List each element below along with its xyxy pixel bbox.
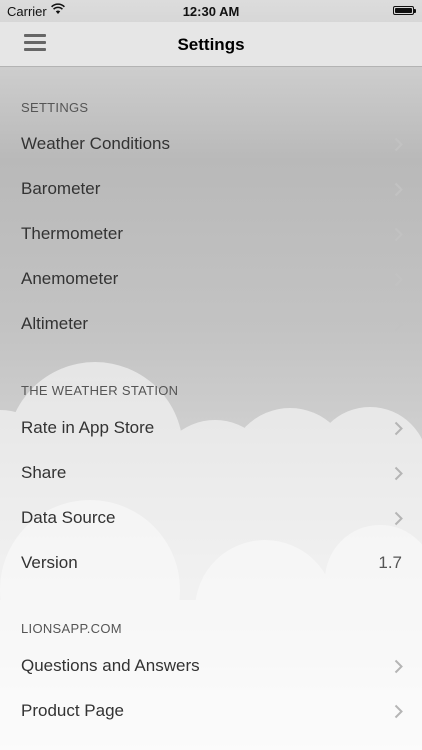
chevron-right-icon [394, 511, 403, 526]
row-version: Version 1.7 [0, 541, 422, 586]
row-thermometer[interactable]: Thermometer [0, 212, 422, 257]
clock: 12:30 AM [182, 4, 240, 19]
row-data-source[interactable]: Data Source [0, 496, 422, 541]
row-rate-app-store[interactable]: Rate in App Store [0, 406, 422, 451]
row-label: Thermometer [21, 224, 124, 243]
row-label: Data Source [21, 508, 116, 527]
row-label: Altimeter [21, 314, 89, 333]
row-barometer[interactable]: Barometer [0, 167, 422, 212]
chevron-right-icon [394, 227, 403, 242]
chevron-right-icon [394, 137, 403, 152]
row-anemometer[interactable]: Anemometer [0, 257, 422, 302]
row-weather-conditions[interactable]: Weather Conditions [0, 122, 422, 167]
chevron-right-icon [394, 272, 403, 287]
row-label: Weather Conditions [21, 134, 170, 153]
chevron-right-icon [394, 421, 403, 436]
chevron-right-icon [394, 704, 403, 719]
chevron-right-icon [394, 466, 403, 481]
battery-icon [393, 6, 416, 15]
row-share[interactable]: Share [0, 451, 422, 496]
navigation-bar: Settings [0, 22, 422, 67]
page-title: Settings [177, 35, 245, 54]
chevron-right-icon [394, 317, 403, 332]
chevron-right-icon [394, 182, 403, 197]
row-product-page[interactable]: Product Page [0, 689, 422, 734]
row-questions-answers[interactable]: Questions and Answers [0, 644, 422, 689]
row-label: Anemometer [21, 269, 119, 288]
row-label: Share [21, 463, 67, 482]
section-header-settings: SETTINGS [21, 100, 89, 115]
section-header-weather-station: THE WEATHER STATION [21, 383, 179, 398]
row-label: Questions and Answers [21, 656, 200, 675]
status-bar: Carrier 12:30 AM [0, 0, 422, 22]
chevron-right-icon [394, 659, 403, 674]
row-label: Rate in App Store [21, 418, 155, 437]
row-altimeter[interactable]: Altimeter [0, 302, 422, 347]
row-label: Version [21, 553, 78, 572]
row-label: Barometer [21, 179, 101, 198]
section-header-lionsapp: LIONSAPP.COM [21, 621, 122, 636]
row-label: Product Page [21, 701, 125, 720]
version-value: 1.7 [378, 553, 402, 572]
